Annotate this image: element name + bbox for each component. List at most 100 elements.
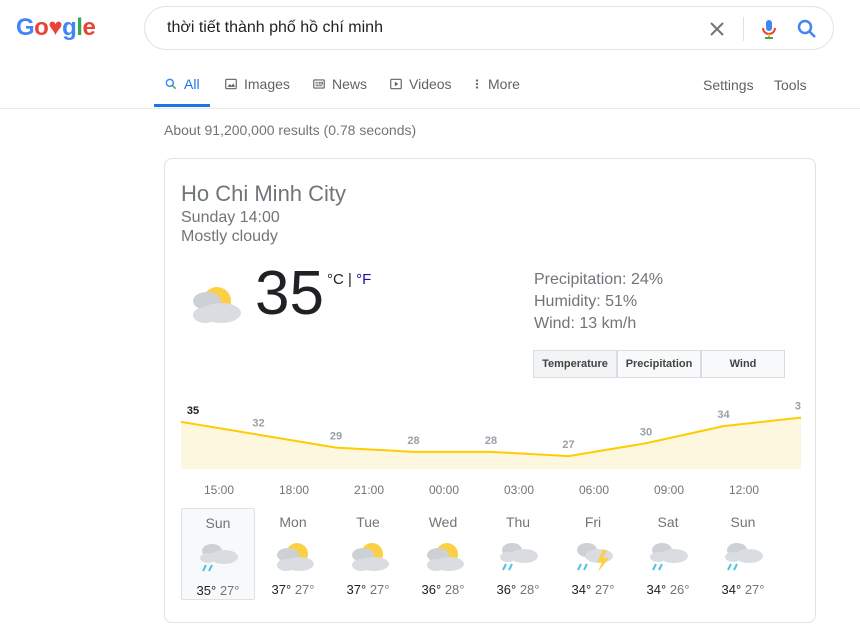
tab-all[interactable]: All [164, 76, 200, 92]
forecast-low: 27° [594, 582, 615, 597]
hour-label: 03:00 [503, 483, 535, 497]
forecast-temps: 37° 27° [256, 582, 330, 597]
temperature-graph[interactable]: 35 32 29 28 28 27 30 34 36 [181, 389, 801, 479]
forecast-low: 27° [294, 582, 315, 597]
rain-cloud-icon [194, 537, 242, 577]
tools-link[interactable]: Tools [774, 77, 807, 93]
temperature-point-label: 34 [717, 409, 730, 421]
temperature-point-label: 27 [562, 439, 574, 451]
forecast-day[interactable]: Fri 34° 27° [556, 508, 630, 600]
hour-label: 21:00 [353, 483, 385, 497]
header: Go♥gle thời tiết thành phố hồ chí minh A… [0, 0, 860, 109]
forecast-day-name: Sun [205, 515, 231, 531]
forecast-high: 37° [271, 582, 292, 597]
news-icon [313, 79, 325, 89]
forecast-day-name: Fri [584, 514, 602, 530]
clear-icon[interactable] [705, 17, 729, 41]
forecast-temps: 37° 27° [331, 582, 405, 597]
unit-toggle: °C | °F [327, 271, 371, 288]
video-icon [390, 78, 402, 90]
fahrenheit-unit[interactable]: °F [356, 271, 371, 288]
image-icon [225, 78, 237, 90]
forecast-high: 37° [346, 582, 367, 597]
temperature-point-label: 32 [252, 418, 264, 430]
forecast-temps: 34° 27° [706, 582, 780, 597]
tab-images[interactable]: Images [224, 76, 290, 92]
forecast-low: 26° [669, 582, 690, 597]
tab-label: More [488, 76, 520, 92]
forecast-high: 36° [421, 582, 442, 597]
precipitation-text: Precipitation: 24% [534, 271, 663, 288]
precipitation-button[interactable]: Precipitation [617, 350, 701, 378]
forecast-day[interactable]: Sun 35° 27° [181, 508, 255, 600]
forecast-day[interactable]: Tue 37° 27° [331, 508, 405, 600]
hour-label: 09:00 [653, 483, 685, 497]
more-vert-icon [475, 79, 479, 89]
forecast-high: 35° [196, 583, 217, 598]
partly-sunny-icon [269, 536, 317, 576]
humidity-text: Humidity: 51% [534, 293, 638, 310]
forecast-temps: 36° 28° [406, 582, 480, 597]
wind-button[interactable]: Wind [701, 350, 785, 378]
tab-label: All [184, 76, 200, 92]
forecast-day[interactable]: Sat 34° 26° [631, 508, 705, 600]
tab-videos[interactable]: Videos [389, 76, 452, 92]
forecast-day-name: Mon [279, 514, 307, 530]
hour-label: 18:00 [278, 483, 310, 497]
forecast-high: 34° [646, 582, 667, 597]
forecast-temps: 36° 28° [481, 582, 555, 597]
active-tab-indicator [154, 104, 210, 107]
search-input[interactable]: thời tiết thành phố hồ chí minh [167, 19, 383, 37]
tab-more[interactable]: More [472, 76, 520, 92]
tab-label: News [332, 76, 368, 92]
forecast-temps: 35° 27° [182, 583, 254, 598]
rain-cloud-icon [494, 536, 542, 576]
temperature-button[interactable]: Temperature [533, 350, 617, 378]
graph-mode-buttons: Temperature Precipitation Wind [533, 350, 785, 378]
forecast-high: 34° [571, 582, 592, 597]
forecast-low: 28° [519, 582, 540, 597]
temperature-point-label: 30 [640, 426, 652, 438]
rain-cloud-icon [644, 536, 692, 576]
forecast-day-name: Thu [505, 514, 531, 530]
settings-link[interactable]: Settings [703, 77, 754, 93]
search-icon [165, 78, 177, 90]
google-logo[interactable]: Go♥gle [16, 14, 96, 42]
forecast-temps: 34° 27° [556, 582, 630, 597]
forecast-day-name: Tue [356, 514, 380, 530]
forecast-day-name: Wed [428, 514, 458, 530]
temperature-point-label: 28 [485, 435, 497, 447]
tab-label: Images [244, 76, 290, 92]
daily-forecast: Sun 35° 27° Mon 37° 27° Tue 37° 27° Wed 36° 28°… [181, 508, 801, 600]
hour-label: 12:00 [728, 483, 760, 497]
temperature-point-label: 36 [795, 401, 801, 413]
forecast-day[interactable]: Wed 36° 28° [406, 508, 480, 600]
hour-label: 06:00 [578, 483, 610, 497]
unit-separator: | [343, 271, 357, 288]
weather-location: Ho Chi Minh City [181, 181, 347, 206]
temperature-point-label: 35 [187, 405, 199, 417]
current-temperature: 35 [255, 259, 324, 328]
weather-details: Precipitation: 24% Humidity: 51% Wind: 1… [534, 269, 663, 335]
result-stats: About 91,200,000 results (0.78 seconds) [164, 122, 417, 138]
forecast-day-name: Sat [657, 514, 679, 530]
weather-time: Sunday 14:00 [181, 209, 280, 226]
search-icon[interactable] [795, 17, 819, 41]
forecast-low: 28° [444, 582, 465, 597]
forecast-day[interactable]: Thu 36° 28° [481, 508, 555, 600]
forecast-high: 36° [496, 582, 517, 597]
hour-labels: 15:00 18:00 21:00 00:00 03:00 06:00 09:00 12:00 [181, 483, 801, 499]
weather-condition: Mostly cloudy [181, 228, 278, 245]
microphone-icon[interactable] [757, 17, 781, 41]
temperature-point-label: 28 [407, 435, 419, 447]
search-box[interactable]: thời tiết thành phố hồ chí minh [144, 6, 834, 50]
forecast-low: 27° [369, 582, 390, 597]
tab-news[interactable]: News [312, 76, 367, 92]
temperature-point-label: 29 [330, 431, 342, 443]
forecast-day[interactable]: Mon 37° 27° [256, 508, 330, 600]
rain-cloud-icon [719, 536, 767, 576]
forecast-day[interactable]: Sun 34° 27° [706, 508, 780, 600]
celsius-unit[interactable]: °C [327, 271, 344, 288]
forecast-high: 34° [721, 582, 742, 597]
forecast-low: 27° [744, 582, 765, 597]
